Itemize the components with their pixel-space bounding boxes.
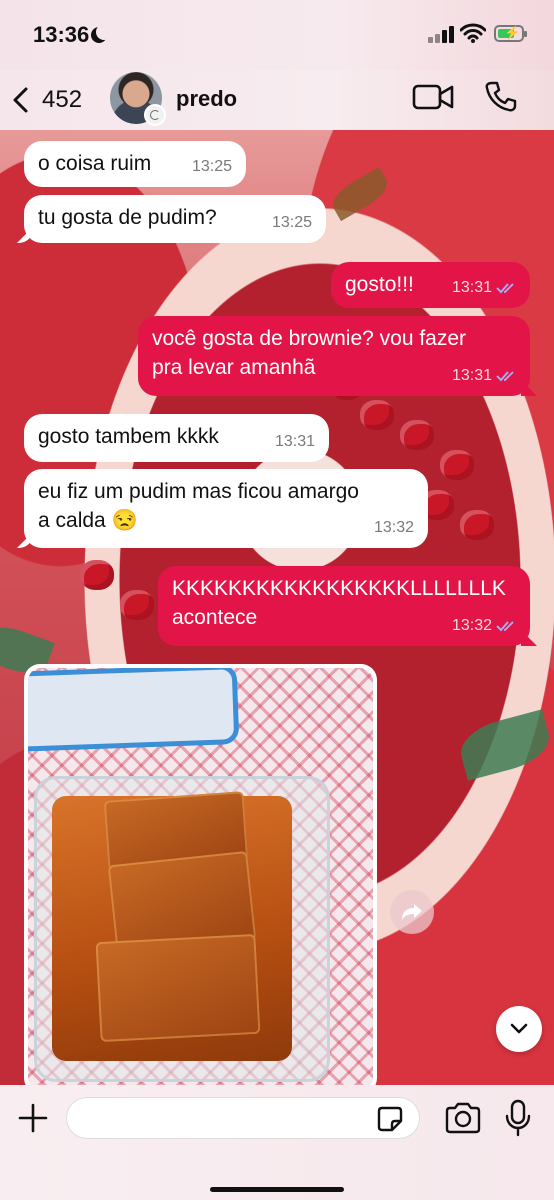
share-icon: [402, 904, 422, 920]
message-text: gosto!!!: [345, 273, 414, 296]
status-bar: 13:36 ⚡: [0, 0, 554, 70]
incoming-message[interactable]: eu fiz um pudim mas ficou amargo a calda…: [24, 469, 428, 548]
message-text: gosto tambem kkkk: [38, 425, 219, 448]
pudding-slice: [95, 933, 261, 1043]
status-update-icon: [144, 104, 166, 126]
message-time: 13:31: [451, 279, 492, 296]
incoming-message[interactable]: gosto tambem kkkk 13:31: [24, 414, 329, 462]
plus-icon[interactable]: [16, 1101, 50, 1135]
forward-button[interactable]: [390, 890, 434, 934]
wallpaper-seed: [120, 590, 154, 620]
microphone-icon[interactable]: [504, 1099, 532, 1137]
phone-icon[interactable]: [484, 80, 518, 114]
read-receipt-icon: [496, 282, 514, 293]
back-button[interactable]: 452: [10, 80, 100, 120]
message-input-bar: [0, 1085, 554, 1200]
message-time: 13:32: [451, 617, 492, 634]
message-text-line: você gosta de brownie? vou fazer: [152, 327, 467, 350]
container-lid: [28, 668, 240, 752]
sticker-icon[interactable]: [376, 1105, 404, 1133]
message-time: 13:25: [191, 158, 232, 175]
wallpaper-stem: [327, 166, 393, 222]
wallpaper-seed: [400, 420, 434, 450]
wallpaper-leaf: [455, 709, 554, 781]
wallpaper-seed: [460, 510, 494, 540]
back-chevron-icon: [13, 87, 28, 113]
message-text: o coisa ruim: [38, 152, 152, 175]
unread-count: 452: [42, 86, 83, 113]
incoming-message[interactable]: o coisa ruim 13:25: [24, 141, 246, 187]
camera-icon[interactable]: [444, 1101, 482, 1135]
message-time: 13:32: [373, 519, 414, 536]
outgoing-message[interactable]: você gosta de brownie? vou fazer pra lev…: [138, 316, 530, 396]
incoming-message[interactable]: tu gosta de pudim? 13:25: [24, 195, 326, 243]
message-text-line: eu fiz um pudim mas ficou amargo: [38, 480, 359, 503]
battery-icon: ⚡: [494, 25, 527, 42]
image-message[interactable]: [24, 664, 377, 1094]
message-text: tu gosta de pudim?: [38, 206, 217, 229]
wallpaper-seed: [80, 560, 114, 590]
message-text-line: a calda 😒: [38, 509, 138, 532]
read-receipt-icon: [496, 370, 514, 381]
chevron-down-icon: [510, 1023, 528, 1034]
message-meta: 13:31: [452, 361, 516, 390]
cellular-signal-icon: [428, 25, 458, 43]
video-call-icon[interactable]: [412, 82, 454, 112]
contact-avatar[interactable]: [110, 72, 166, 126]
outgoing-message[interactable]: KKKKKKKKKKKKKKKKKLLLLLLLK acontece 13:32: [158, 566, 530, 646]
scroll-to-bottom-button[interactable]: [496, 1006, 542, 1052]
message-meta: 13:32: [452, 611, 516, 640]
message-text-line: KKKKKKKKKKKKKKKKKLLLLLLLK: [172, 577, 506, 600]
status-time: 13:36: [33, 22, 90, 47]
wifi-icon: [460, 23, 486, 43]
message-input[interactable]: [66, 1097, 420, 1139]
pudding-photo[interactable]: [28, 668, 373, 1090]
home-indicator: [210, 1187, 344, 1192]
wallpaper-seed: [360, 400, 394, 430]
message-time: 13:31: [274, 433, 315, 450]
wallpaper-seed: [440, 450, 474, 480]
focus-moon-icon: [96, 24, 112, 40]
message-time: 13:31: [451, 367, 492, 384]
read-receipt-icon: [496, 620, 514, 631]
contact-name[interactable]: predo: [176, 86, 237, 112]
message-meta: 13:31: [452, 273, 516, 302]
chat-header: 452 predo: [0, 70, 554, 130]
message-time: 13:25: [271, 214, 312, 231]
outgoing-message[interactable]: gosto!!! 13:31: [331, 262, 530, 308]
